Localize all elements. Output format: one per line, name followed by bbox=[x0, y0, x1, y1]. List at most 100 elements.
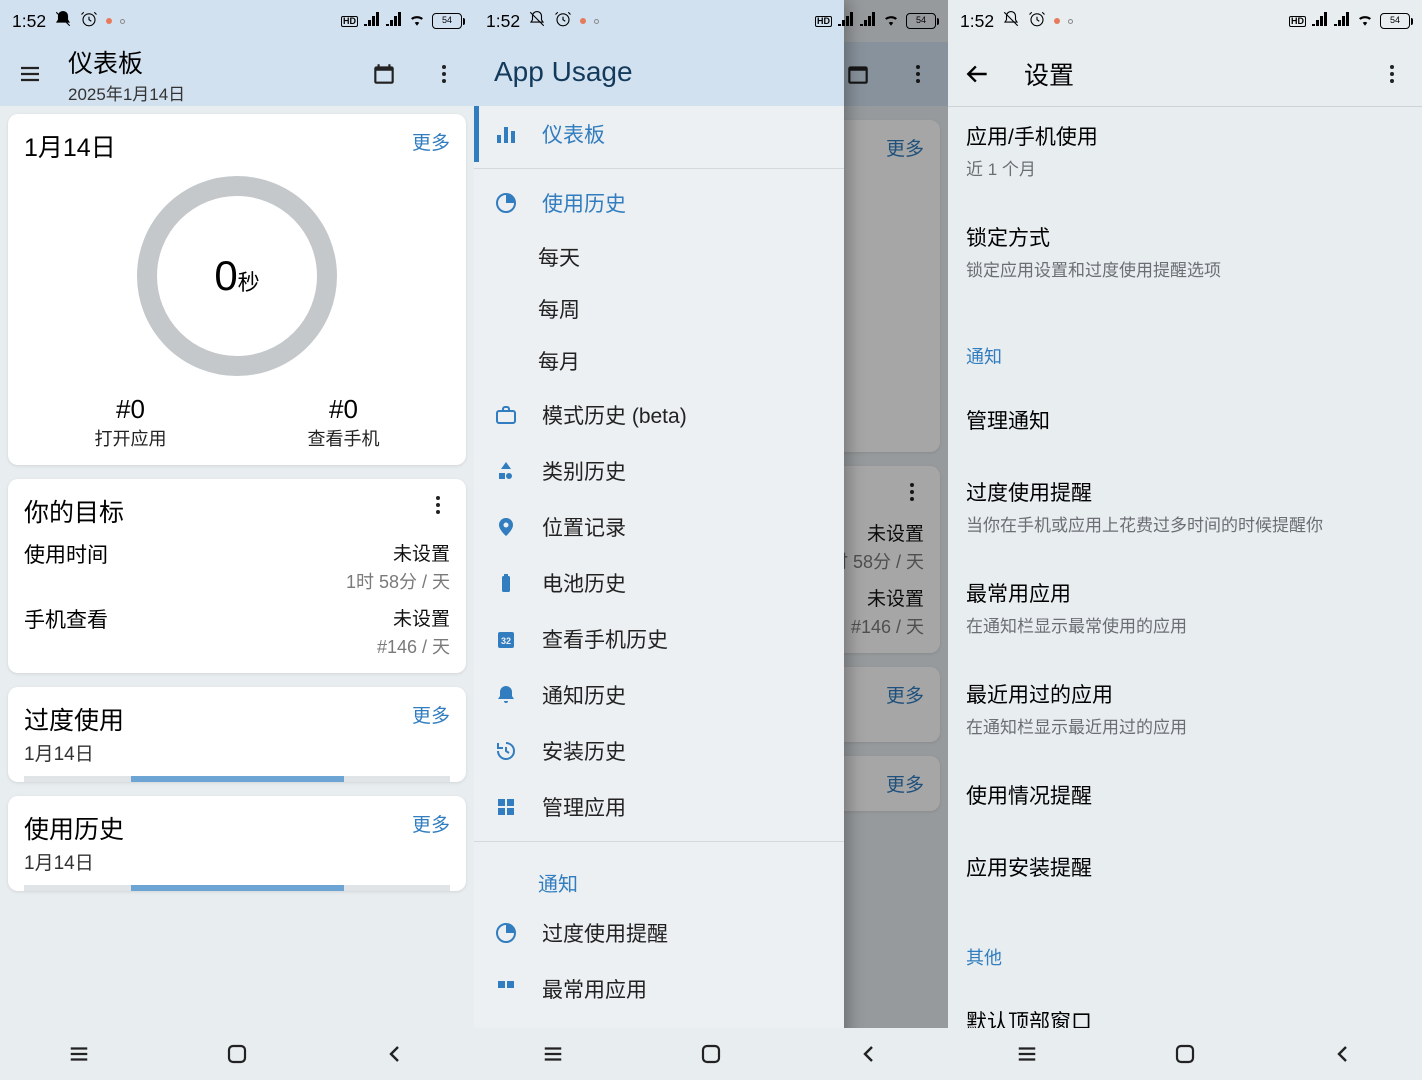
bell-mute-icon bbox=[54, 10, 72, 33]
divider bbox=[474, 168, 844, 169]
divider bbox=[474, 841, 844, 842]
nav-back-button[interactable] bbox=[841, 1036, 897, 1072]
drawer-item-category-history[interactable]: 类别历史 bbox=[474, 443, 844, 499]
briefcase-icon bbox=[494, 403, 518, 427]
setting-usage-remind[interactable]: 使用情况提醒 bbox=[948, 766, 1422, 824]
calendar-day-icon: 32 bbox=[494, 627, 518, 651]
signal-icon bbox=[364, 11, 380, 31]
signal-icon bbox=[860, 12, 876, 31]
setting-app-phone-usage[interactable]: 应用/手机使用 近 1 个月 bbox=[948, 107, 1422, 194]
calendar-button[interactable] bbox=[362, 52, 406, 96]
setting-manage-notifications[interactable]: 管理通知 bbox=[948, 391, 1422, 449]
status-bar: 1:52 bbox=[474, 0, 844, 42]
dot-icon bbox=[594, 19, 599, 24]
svg-text:32: 32 bbox=[501, 636, 511, 646]
nav-bar bbox=[948, 1028, 1422, 1080]
status-time: 1:52 bbox=[12, 11, 46, 32]
grid-small-icon bbox=[494, 977, 518, 1001]
donut-value: 0 bbox=[214, 252, 237, 299]
drawer-item-weekly[interactable]: 每周 bbox=[474, 283, 844, 335]
setting-recent-apps[interactable]: 最近用过的应用 在通知栏显示最近用过的应用 bbox=[948, 665, 1422, 752]
more-button[interactable]: 更多 bbox=[412, 128, 450, 155]
battery-icon bbox=[494, 571, 518, 595]
drawer-item-location-history[interactable]: 位置记录 bbox=[474, 499, 844, 555]
alarm-icon bbox=[80, 10, 98, 33]
nav-recents-button[interactable] bbox=[525, 1036, 581, 1072]
nav-bar bbox=[474, 1028, 948, 1080]
signal-icon bbox=[838, 12, 854, 31]
section-header-notifications: 通知 bbox=[948, 323, 1422, 377]
drawer-item-manage-apps[interactable]: 管理应用 bbox=[474, 779, 844, 835]
status-bar: 1:52 HD 54 bbox=[0, 0, 474, 42]
wifi-icon bbox=[1356, 11, 1374, 31]
section-header-other: 其他 bbox=[948, 924, 1422, 978]
battery-icon: 54 bbox=[1380, 13, 1410, 29]
back-button[interactable] bbox=[956, 52, 1000, 96]
dot-icon bbox=[1068, 19, 1073, 24]
overflow-menu-button[interactable] bbox=[1370, 52, 1414, 96]
drawer-item-phone-view-history[interactable]: 32 查看手机历史 bbox=[474, 611, 844, 667]
drawer-item-overuse-reminder[interactable]: 过度使用提醒 bbox=[474, 905, 844, 961]
nav-bar bbox=[0, 1028, 474, 1080]
page-subtitle: 2025年1月14日 bbox=[68, 80, 346, 105]
nav-home-button[interactable] bbox=[1157, 1036, 1213, 1072]
drawer-item-install-history[interactable]: 安装历史 bbox=[474, 723, 844, 779]
menu-button[interactable] bbox=[8, 52, 52, 96]
wifi-icon bbox=[408, 11, 426, 31]
signal-icon bbox=[1312, 11, 1328, 31]
drawer-item-notification-history[interactable]: 通知历史 bbox=[474, 667, 844, 723]
drawer-item-most-used-apps[interactable]: 最常用应用 bbox=[474, 961, 844, 1017]
history-icon bbox=[494, 739, 518, 763]
setting-default-top-window[interactable]: 默认顶部窗口 仪表板 bbox=[948, 992, 1422, 1028]
location-pin-icon bbox=[494, 515, 518, 539]
goal-row-usage-time[interactable]: 使用时间 未设置 1时 58分 / 天 bbox=[24, 529, 450, 594]
drawer-section-usage-history[interactable]: 使用历史 bbox=[474, 175, 844, 231]
card-overflow-button[interactable] bbox=[426, 493, 450, 522]
setting-overuse-reminder[interactable]: 过度使用提醒 当你在手机或应用上花费过多时间的时候提醒你 bbox=[948, 463, 1422, 550]
setting-lock-mode[interactable]: 锁定方式 锁定应用设置和过度使用提醒选项 bbox=[948, 208, 1422, 295]
stat-apps-opened: #0 打开应用 bbox=[24, 394, 237, 451]
usage-donut-chart: 0秒 bbox=[137, 176, 337, 376]
goal-row-phone-checks[interactable]: 手机查看 未设置 #146 / 天 bbox=[24, 594, 450, 659]
alarm-icon bbox=[1028, 10, 1046, 33]
nav-home-button[interactable] bbox=[209, 1036, 265, 1072]
overuse-bar bbox=[24, 776, 450, 782]
dot-icon bbox=[120, 19, 125, 24]
bell-icon bbox=[494, 683, 518, 707]
shapes-icon bbox=[494, 459, 518, 483]
bar-chart-icon bbox=[494, 122, 518, 146]
battery-icon: 54 bbox=[432, 13, 462, 29]
drawer-section-notifications: 通知 bbox=[474, 848, 844, 905]
drawer-item-battery-history[interactable]: 电池历史 bbox=[474, 555, 844, 611]
setting-most-used-apps[interactable]: 最常用应用 在通知栏显示最常使用的应用 bbox=[948, 564, 1422, 651]
dot-icon bbox=[580, 18, 586, 24]
overflow-menu-button[interactable] bbox=[422, 52, 466, 96]
setting-install-remind[interactable]: 应用安装提醒 bbox=[948, 838, 1422, 896]
status-bar: 1:52 HD 54 bbox=[948, 0, 1422, 42]
pie-quarter-icon bbox=[494, 921, 518, 945]
grid-icon bbox=[494, 795, 518, 819]
nav-back-button[interactable] bbox=[367, 1036, 423, 1072]
history-date: 1月14日 bbox=[24, 848, 124, 875]
wifi-icon bbox=[882, 12, 900, 31]
drawer-item-dashboard[interactable]: 仪表板 bbox=[474, 106, 844, 162]
dot-icon bbox=[106, 18, 112, 24]
history-card: 使用历史 1月14日 更多 bbox=[8, 796, 466, 891]
overuse-title: 过度使用 bbox=[24, 701, 124, 737]
nav-back-button[interactable] bbox=[1315, 1036, 1371, 1072]
drawer-item-monthly[interactable]: 每月 bbox=[474, 335, 844, 387]
history-title: 使用历史 bbox=[24, 810, 124, 846]
page-title: 仪表板 bbox=[68, 44, 346, 80]
more-button[interactable]: 更多 bbox=[412, 810, 450, 837]
drawer-item-daily[interactable]: 每天 bbox=[474, 231, 844, 283]
drawer-item-mode-history[interactable]: 模式历史 (beta) bbox=[474, 387, 844, 443]
nav-recents-button[interactable] bbox=[999, 1036, 1055, 1072]
settings-list[interactable]: 应用/手机使用 近 1 个月 锁定方式 锁定应用设置和过度使用提醒选项 通知 管… bbox=[948, 107, 1422, 1028]
more-button[interactable]: 更多 bbox=[412, 701, 450, 728]
nav-recents-button[interactable] bbox=[51, 1036, 107, 1072]
nav-home-button[interactable] bbox=[683, 1036, 739, 1072]
settings-title: 设置 bbox=[1024, 56, 1354, 92]
overuse-card: 过度使用 1月14日 更多 bbox=[8, 687, 466, 782]
goals-title: 你的目标 bbox=[24, 493, 124, 529]
donut-unit: 秒 bbox=[238, 270, 260, 295]
